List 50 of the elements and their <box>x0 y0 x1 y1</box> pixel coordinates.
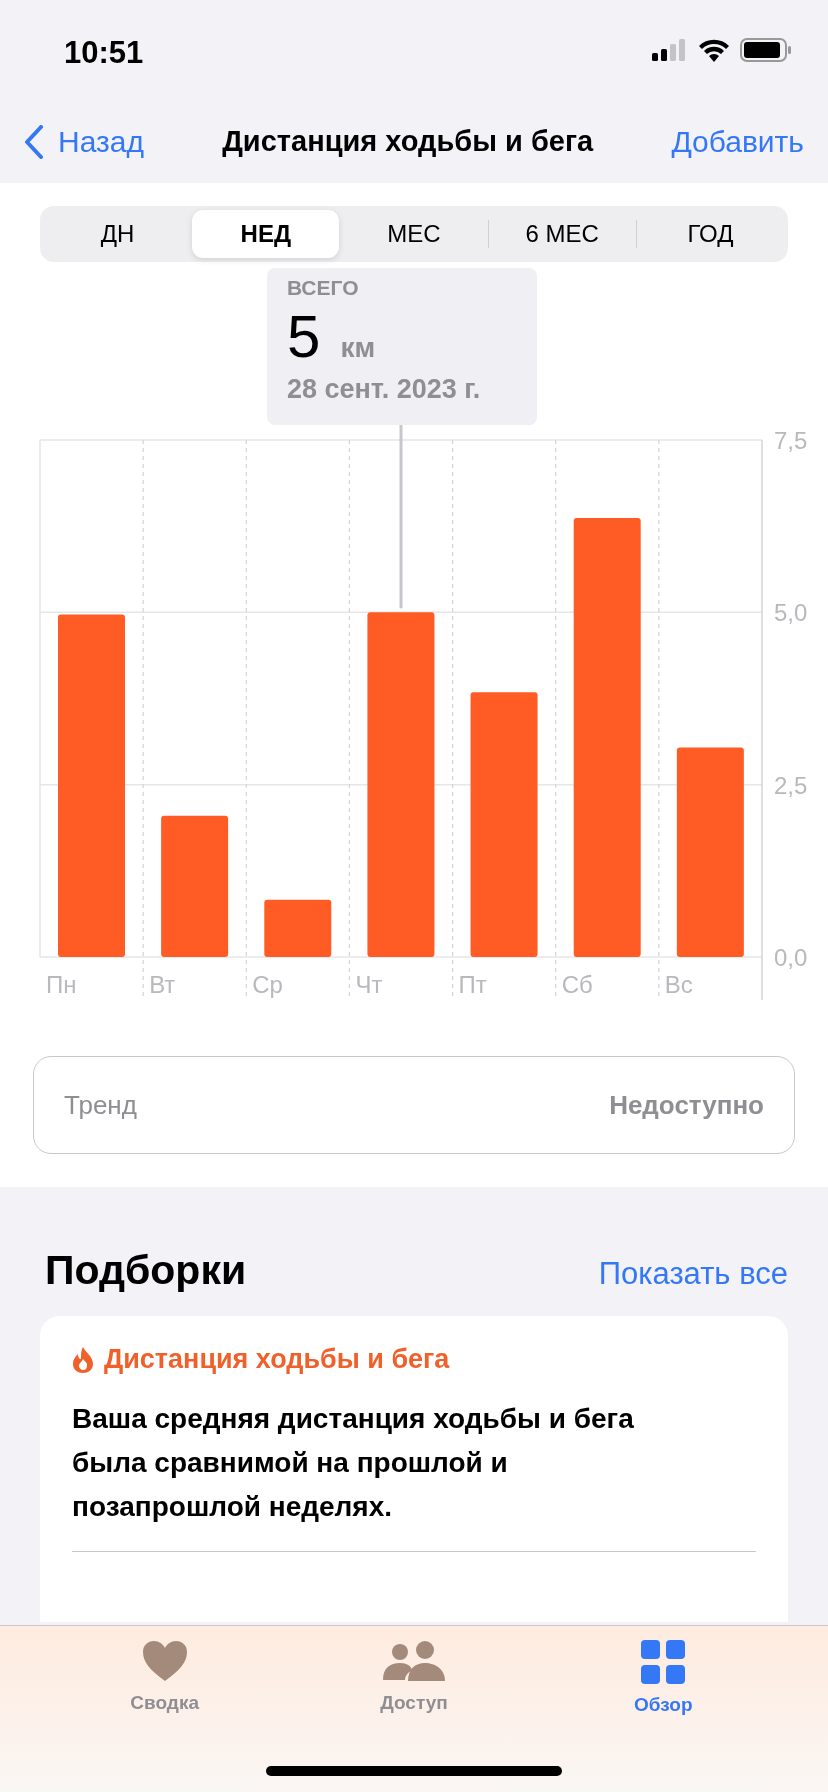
show-all-link[interactable]: Показать все <box>598 1256 788 1292</box>
axis-label: Пт <box>458 971 487 998</box>
trend-card[interactable]: Тренд Недоступно <box>33 1056 795 1154</box>
tooltip-heading: ВСЕГО <box>287 276 360 300</box>
axis-label: Ср <box>252 971 283 998</box>
chevron-left-icon <box>24 124 44 159</box>
heart-icon <box>141 1640 188 1682</box>
page-title: Дистанция ходьбы и бега <box>221 125 595 158</box>
chart-bar[interactable] <box>264 899 332 957</box>
back-link[interactable]: Назад <box>24 124 144 159</box>
range-tab[interactable]: ГОД <box>636 210 784 258</box>
tab-bar-item[interactable]: Доступ <box>289 1640 539 1740</box>
chart-bar[interactable] <box>676 747 744 957</box>
wifi-icon <box>698 38 730 62</box>
range-tab[interactable]: 6 МЕС <box>488 210 636 258</box>
axis-label: 2,5 <box>774 771 808 799</box>
range-tab[interactable]: ДН <box>44 210 192 258</box>
highlight-category: Дистанция ходьбы и бега <box>104 1344 450 1375</box>
tab-bar-item[interactable]: Сводка <box>40 1640 290 1740</box>
battery-icon <box>740 38 792 62</box>
axis-label: 5,0 <box>774 599 808 627</box>
range-tab[interactable]: МЕС <box>340 210 488 258</box>
chart-bar[interactable] <box>58 614 125 957</box>
axis-label: 7,5 <box>774 427 808 454</box>
highlight-card[interactable]: Дистанция ходьбы и бега Ваша средняя дистанция ходьбы и бега была сравнимой на прошлой и позапрошлой неделях. <box>40 1316 788 1622</box>
tooltip-value: 5 <box>287 306 321 368</box>
tooltip-unit: км <box>340 332 376 364</box>
chart-bar[interactable] <box>470 692 538 957</box>
axis-label: Пн <box>46 971 77 998</box>
axis-label: Вс <box>664 971 693 998</box>
section-title: Подборки <box>45 1247 247 1294</box>
grid-icon <box>641 1640 686 1684</box>
axis-label: Вт <box>149 971 176 998</box>
tooltip-date: 28 сент. 2023 г. <box>287 374 482 405</box>
people-icon <box>382 1640 446 1682</box>
add-link[interactable]: Добавить <box>671 124 804 159</box>
axis-label: Чт <box>355 971 383 998</box>
tab-bar-item[interactable]: Обзор <box>538 1640 788 1740</box>
chart-bar[interactable] <box>573 517 641 957</box>
axis-label: 0,0 <box>774 944 808 971</box>
highlight-text: Ваша средняя дистанция ходьбы и бега была сравнимой на прошлой и позапрошлой неделях. <box>72 1402 635 1524</box>
chart-bar[interactable] <box>367 612 435 957</box>
chart-bar[interactable] <box>161 815 229 957</box>
range-tab[interactable]: НЕД <box>192 210 340 258</box>
trend-value: Недоступно <box>609 1089 764 1121</box>
status-time: 10:51 <box>64 34 144 71</box>
flame-icon <box>72 1345 94 1374</box>
axis-label: Сб <box>561 971 593 998</box>
trend-label: Тренд <box>64 1089 137 1121</box>
signal-icon <box>652 39 688 61</box>
